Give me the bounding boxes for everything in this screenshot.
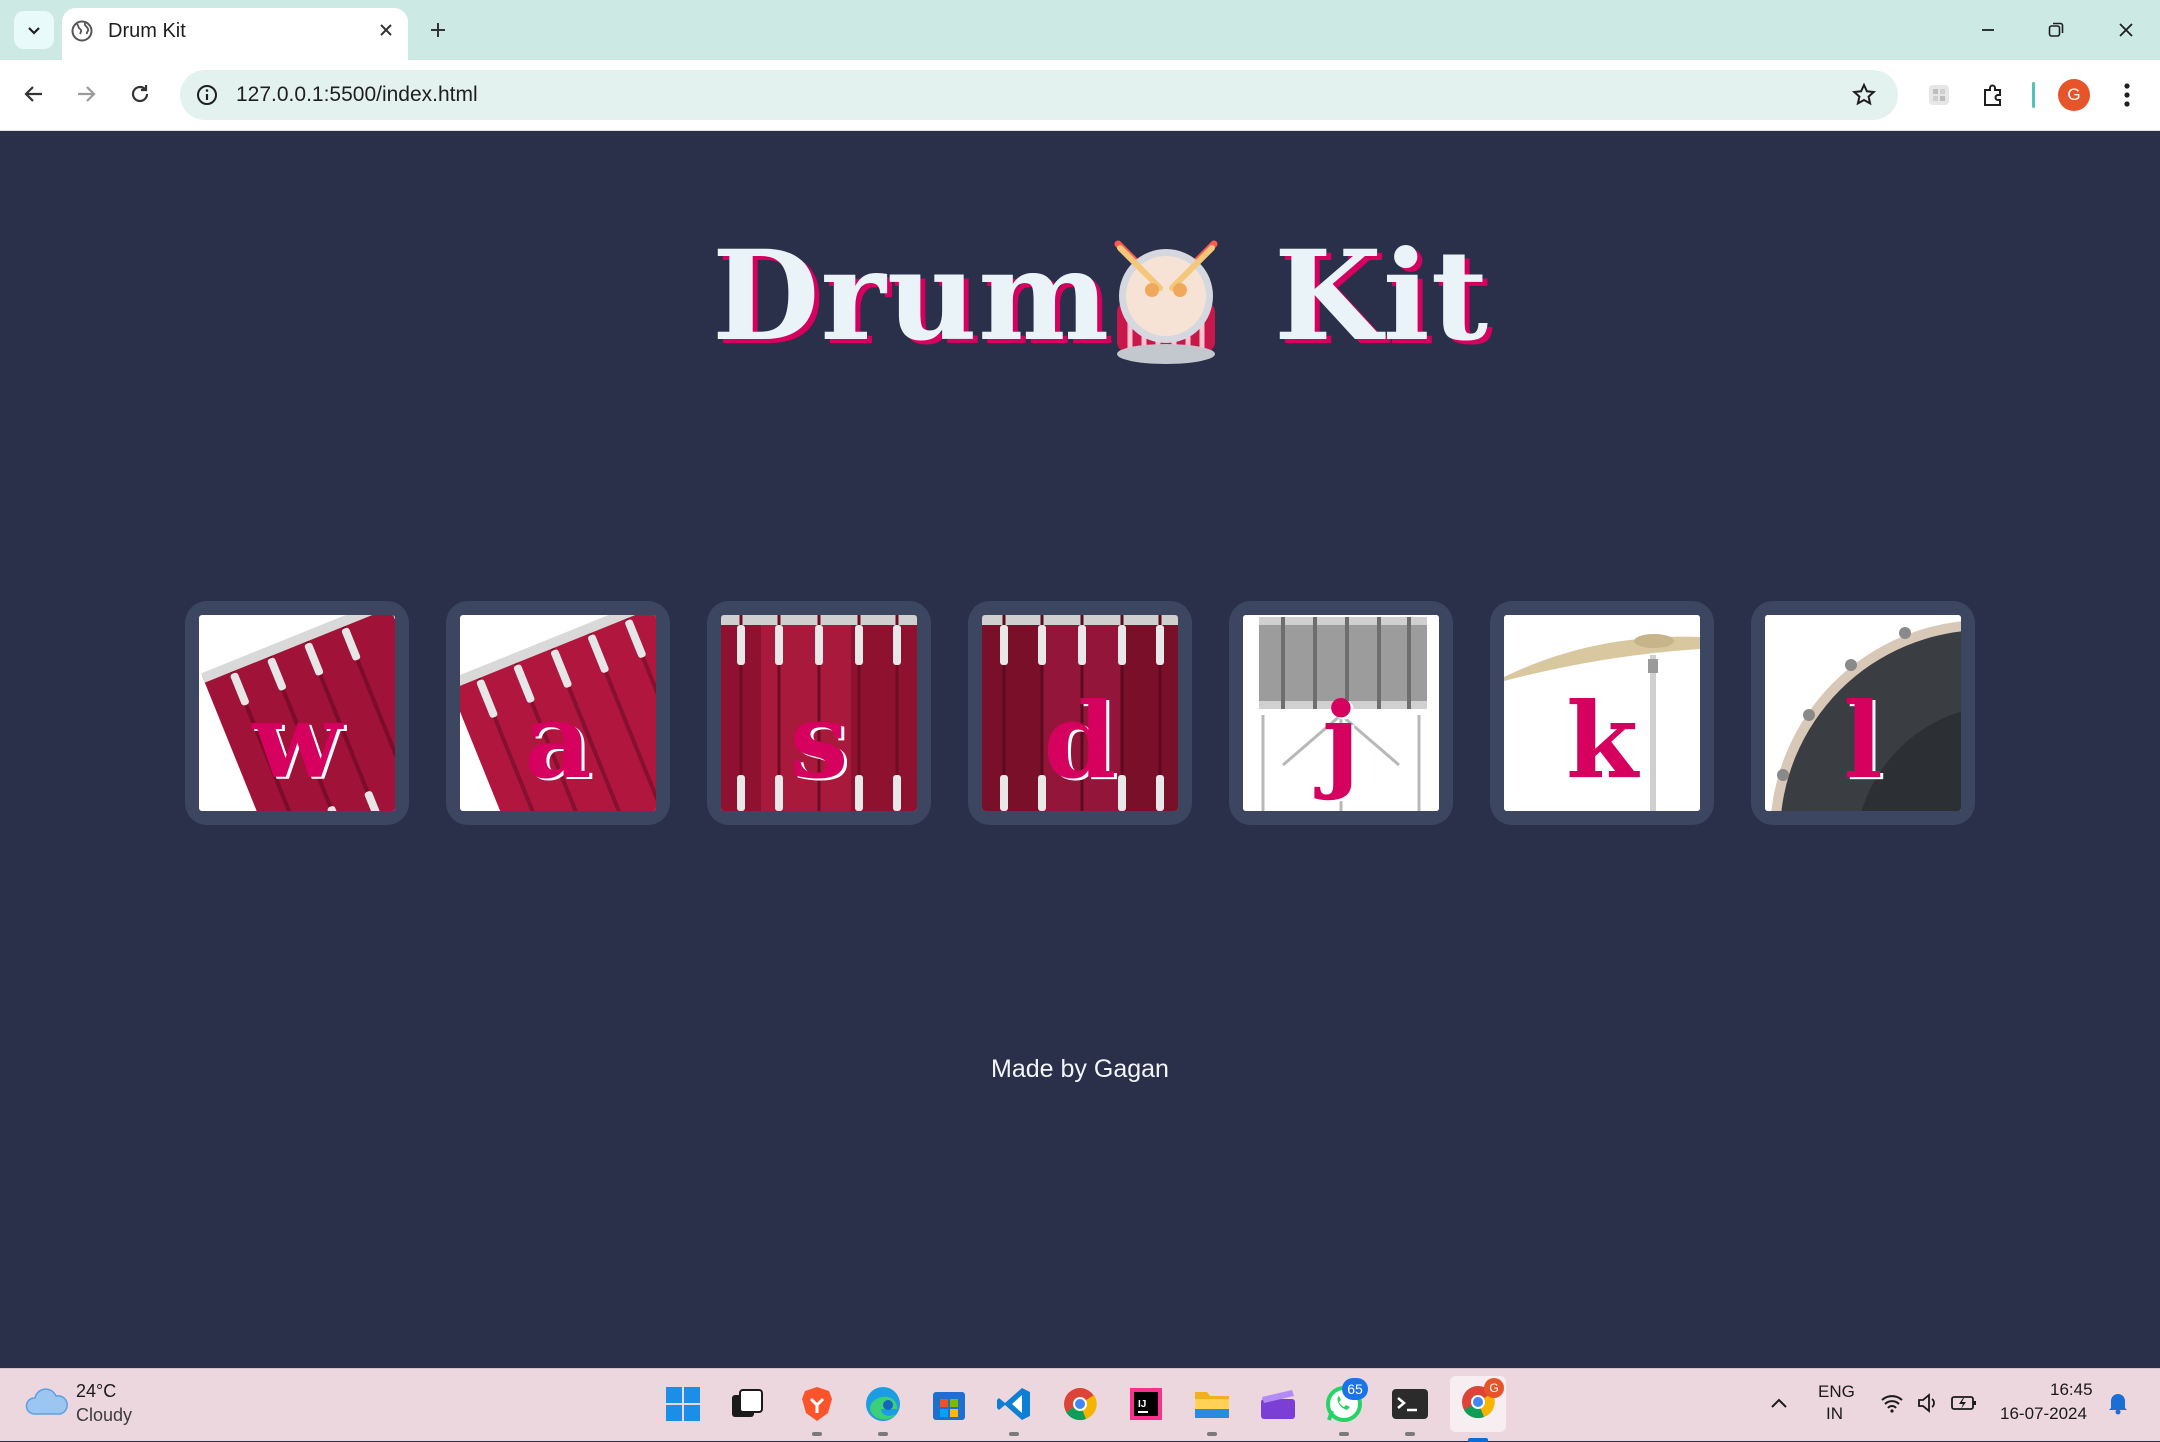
reload-icon [131, 85, 149, 103]
page-title-word-drum: Drum [712, 224, 1111, 369]
battery-charging-icon [1951, 1396, 1976, 1410]
key-letter-d: d [1043, 679, 1117, 802]
bookmark-button[interactable] [1846, 77, 1882, 113]
toolbar-divider [2032, 82, 2035, 108]
volume-button[interactable] [1914, 1390, 1942, 1416]
task-view-button[interactable] [725, 1382, 769, 1426]
notifications-button[interactable] [2104, 1388, 2132, 1418]
more-vertical-icon [2124, 83, 2130, 107]
minimize-icon [1982, 29, 1994, 31]
key-letter-j: j [1322, 679, 1360, 802]
drum-key-s[interactable]: s [707, 601, 931, 825]
drum-key-l[interactable]: l [1751, 601, 1975, 825]
taskbar-store[interactable] [927, 1382, 971, 1426]
speaker-icon [1918, 1393, 1935, 1413]
taskbar-chrome-active[interactable]: G [1450, 1376, 1506, 1442]
show-hidden-icons-button[interactable] [1766, 1390, 1792, 1416]
weather-description[interactable]: Cloudy [76, 1404, 132, 1426]
drum-logo-icon [1114, 240, 1218, 364]
close-icon [380, 24, 392, 36]
extensions-menu-button[interactable] [1974, 76, 2012, 114]
plus-icon [431, 23, 445, 37]
page-title-word-kit: Kit [1274, 224, 1490, 369]
new-tab-button[interactable] [424, 14, 452, 46]
store-icon [933, 1392, 965, 1420]
key-letter-l: l [1843, 679, 1883, 802]
clock-date[interactable]: 16-07-2024 [2000, 1404, 2087, 1424]
bell-icon [2109, 1394, 2127, 1415]
tab-title: Drum Kit [108, 20, 186, 42]
chevron-up-icon [1771, 1398, 1787, 1408]
extension-button[interactable] [1920, 76, 1958, 114]
cloud-icon[interactable] [24, 1384, 70, 1420]
reload-button[interactable] [120, 74, 160, 114]
language-indicator[interactable]: ENG [1818, 1382, 1855, 1402]
language-region[interactable]: IN [1826, 1404, 1843, 1424]
task-view-icon [732, 1389, 763, 1417]
minimize-button[interactable] [1958, 10, 2018, 50]
intellij-icon: IJ [1130, 1388, 1162, 1420]
battery-button[interactable] [1950, 1390, 1978, 1416]
drum-key-j[interactable]: j [1229, 601, 1453, 825]
chrome-profile-badge: G [1484, 1378, 1504, 1398]
taskbar-intellij[interactable]: IJ [1124, 1382, 1168, 1426]
windows-logo-icon [666, 1387, 700, 1421]
window-close-button[interactable] [2096, 10, 2156, 50]
back-button[interactable] [14, 74, 54, 114]
whatsapp-unread-badge: 65 [1342, 1378, 1368, 1400]
info-icon [197, 85, 217, 105]
taskbar-chrome[interactable] [1058, 1382, 1102, 1426]
close-icon [2119, 23, 2133, 37]
drum-key-a[interactable]: a [446, 601, 670, 825]
key-letter-k: k [1565, 679, 1639, 802]
forward-button[interactable] [66, 74, 106, 114]
folder-icon [1195, 1392, 1229, 1418]
url-text[interactable]: 127.0.0.1:5500/index.html [236, 80, 478, 110]
wifi-icon [1881, 1395, 1903, 1413]
wifi-button[interactable] [1878, 1390, 1906, 1416]
taskbar-vscode[interactable] [992, 1382, 1036, 1436]
footer-credit: Made by Gagan [991, 1055, 1169, 1083]
chevron-down-icon [28, 27, 40, 35]
drum-key-d[interactable]: d [968, 601, 1192, 825]
svg-text:IJ: IJ [1138, 1399, 1146, 1410]
arrow-left-icon [24, 86, 42, 102]
key-letter-a: a [524, 679, 592, 802]
clock-time[interactable]: 16:45 [2050, 1380, 2093, 1400]
taskbar-terminal[interactable] [1388, 1382, 1432, 1436]
taskbar-brave[interactable] [795, 1382, 839, 1436]
key-letter-s: s [789, 679, 849, 802]
drum-key-w[interactable]: w [185, 601, 409, 825]
key-letter-w: w [252, 679, 342, 802]
drum-key-k[interactable]: k [1490, 601, 1714, 825]
weather-temperature[interactable]: 24°C [76, 1380, 116, 1402]
brave-browser-icon [802, 1387, 832, 1421]
vscode-icon [997, 1388, 1030, 1420]
start-button[interactable] [661, 1382, 705, 1426]
taskbar-clipchamp[interactable] [1256, 1382, 1300, 1426]
browser-menu-button[interactable] [2112, 76, 2142, 114]
restore-icon [2048, 22, 2064, 37]
edge-browser-icon [866, 1387, 900, 1421]
profile-avatar[interactable]: G [2058, 79, 2090, 111]
chrome-icon [1064, 1388, 1097, 1421]
clapperboard-icon [1261, 1390, 1295, 1419]
arrow-right-icon [78, 86, 96, 102]
puzzle-icon [1984, 84, 2001, 106]
extension-grid-icon [1929, 85, 1949, 105]
taskbar-file-explorer[interactable] [1190, 1382, 1234, 1436]
taskbar-edge[interactable] [861, 1382, 905, 1436]
star-icon [1851, 82, 1877, 106]
site-info-button[interactable] [190, 78, 224, 112]
tab-close-button[interactable] [372, 14, 400, 46]
terminal-icon [1392, 1389, 1428, 1419]
restore-button[interactable] [2026, 10, 2086, 50]
globe-icon [71, 20, 93, 42]
tab-search-button[interactable] [14, 11, 54, 49]
